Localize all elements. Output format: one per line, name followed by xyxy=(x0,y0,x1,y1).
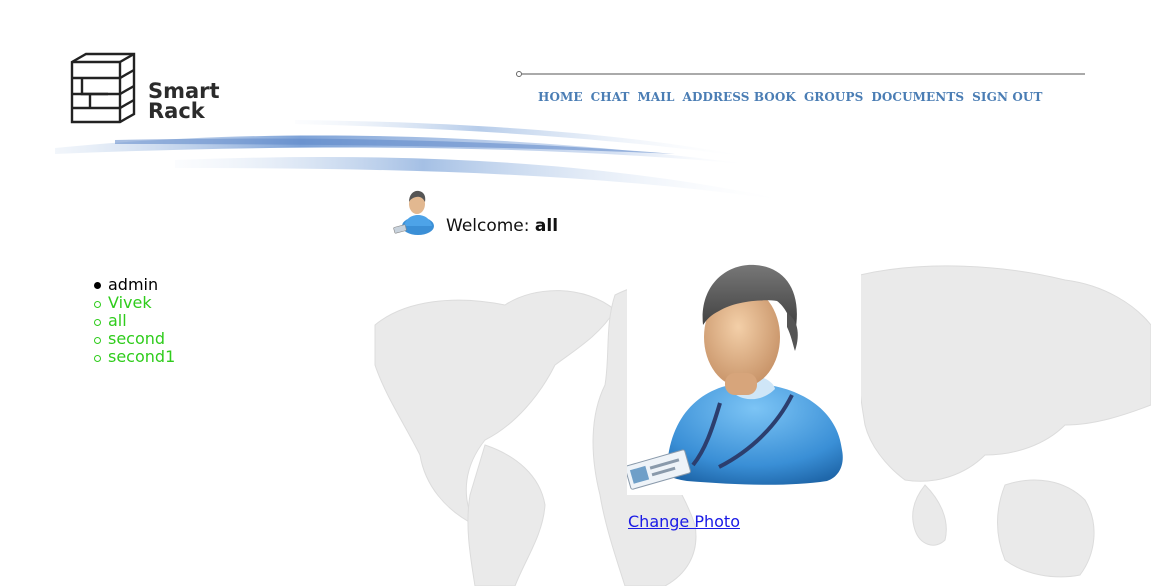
user-list-item-all[interactable]: all xyxy=(92,312,175,330)
nav-groups[interactable]: GROUPS xyxy=(804,90,863,104)
user-icon xyxy=(393,190,434,235)
user-list-item-admin[interactable]: admin xyxy=(92,276,175,294)
nav-chat[interactable]: CHAT xyxy=(591,90,630,104)
welcome-label: Welcome: xyxy=(446,216,530,236)
user-name: second xyxy=(108,329,166,348)
user-list-item-vivek[interactable]: Vivek xyxy=(92,294,175,312)
main-nav: HOME CHAT MAIL ADDRESS BOOK GROUPS DOCUM… xyxy=(538,90,1042,104)
user-list-item-second1[interactable]: second1 xyxy=(92,348,175,366)
bullet-icon xyxy=(94,355,101,362)
user-avatar-icon xyxy=(627,264,843,490)
nav-sign-out[interactable]: SIGN OUT xyxy=(972,90,1042,104)
logo-line-1: Smart xyxy=(148,79,220,103)
user-name: Vivek xyxy=(108,293,152,312)
nav-address-book[interactable]: ADDRESS BOOK xyxy=(683,90,796,104)
user-name: all xyxy=(108,311,127,330)
nav-home[interactable]: HOME xyxy=(538,90,583,104)
bullet-icon xyxy=(94,319,101,326)
nav-mail[interactable]: MAIL xyxy=(638,90,675,104)
welcome-message: Welcome: all xyxy=(446,216,558,236)
profile-photo xyxy=(627,255,861,495)
bullet-icon xyxy=(94,282,101,289)
change-photo-link[interactable]: Change Photo xyxy=(628,512,740,531)
bullet-icon xyxy=(94,337,101,344)
user-list-item-second[interactable]: second xyxy=(92,330,175,348)
user-name: second1 xyxy=(108,347,176,366)
user-name: admin xyxy=(108,275,159,294)
welcome-username: all xyxy=(534,216,559,236)
nav-documents[interactable]: DOCUMENTS xyxy=(871,90,964,104)
user-list: admin Vivek all second second1 xyxy=(92,276,175,366)
nav-divider-line xyxy=(516,71,1085,77)
bullet-icon xyxy=(94,301,101,308)
